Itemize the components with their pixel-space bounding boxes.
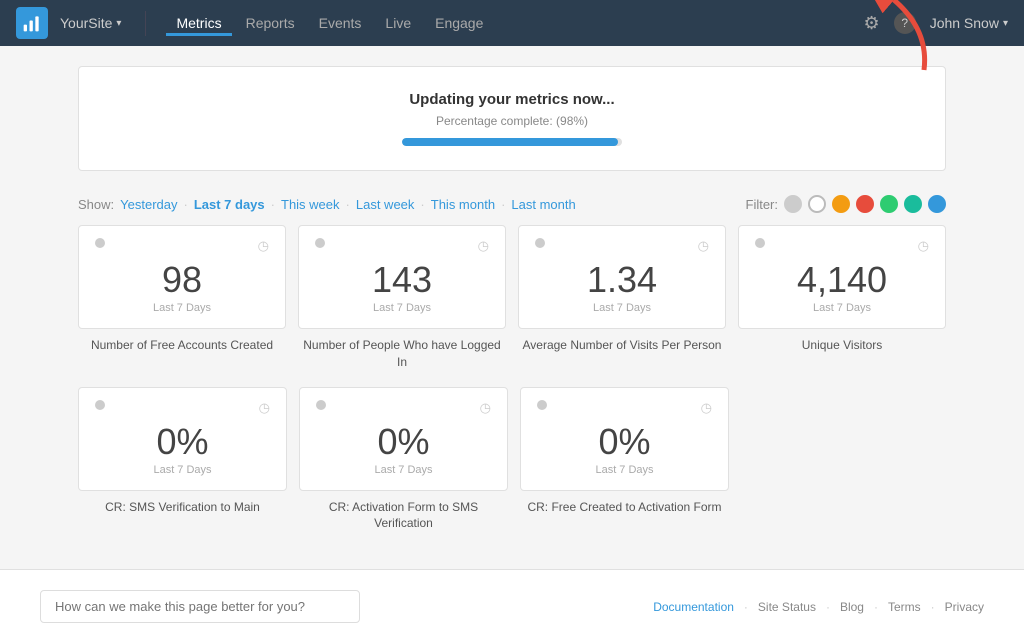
main-content: Updating your metrics now... Percentage … [62, 46, 962, 576]
metric-card-sms-verification: ◷ 0% Last 7 Days [78, 387, 287, 491]
nav-link-metrics[interactable]: Metrics [166, 11, 231, 36]
card-value: 1.34 [535, 262, 709, 298]
logo-icon [22, 13, 42, 33]
filter-yesterday[interactable]: Yesterday [120, 197, 177, 212]
filter-right: Filter: [746, 195, 947, 213]
filter-dot-white[interactable] [808, 195, 826, 213]
card-period: Last 7 Days [316, 464, 491, 476]
card-status-dot [95, 400, 105, 410]
card-label: CR: Free Created to Activation Form [520, 499, 729, 516]
filter-dot-orange[interactable] [832, 195, 850, 213]
card-label: CR: Activation Form to SMS Verification [299, 499, 508, 533]
filter-last7days[interactable]: Last 7 days [194, 197, 265, 212]
card-value: 0% [95, 424, 270, 460]
card-label: Unique Visitors [738, 337, 946, 354]
card-status-dot [315, 238, 325, 248]
filter-lastweek[interactable]: Last week [356, 197, 415, 212]
footer-link-blog[interactable]: Blog [840, 600, 864, 614]
card-clock-icon: ◷ [478, 238, 489, 254]
card-clock-icon: ◷ [480, 400, 491, 416]
filter-dot-teal[interactable] [904, 195, 922, 213]
card-value: 98 [95, 262, 269, 298]
card-label: Number of People Who have Logged In [298, 337, 506, 371]
filter-dot-green[interactable] [880, 195, 898, 213]
card-status-dot [535, 238, 545, 248]
progress-bar-fill [402, 138, 618, 146]
table-row: ◷ 1.34 Last 7 Days Average Number of Vis… [518, 225, 726, 371]
metric-card-free-accounts: ◷ 98 Last 7 Days [78, 225, 286, 329]
nav-link-engage[interactable]: Engage [425, 11, 493, 36]
card-value: 4,140 [755, 262, 929, 298]
filter-thisweek[interactable]: This week [281, 197, 340, 212]
banner-title: Updating your metrics now... [111, 91, 913, 108]
card-clock-icon: ◷ [698, 238, 709, 254]
show-label: Show: [78, 197, 114, 212]
filter-dot-gray[interactable] [784, 195, 802, 213]
card-status-dot [95, 238, 105, 248]
user-menu[interactable]: John Snow [930, 15, 1008, 31]
show-filters: Show: Yesterday · Last 7 days · This wee… [78, 197, 576, 212]
help-icon[interactable]: ? [894, 12, 916, 34]
footer-links: Documentation · Site Status · Blog · Ter… [653, 600, 984, 614]
settings-icon[interactable]: ⚙ [864, 13, 880, 34]
card-value: 143 [315, 262, 489, 298]
feedback-input[interactable] [40, 590, 360, 623]
card-clock-icon: ◷ [258, 238, 269, 254]
nav-links: Metrics Reports Events Live Engage [145, 11, 493, 36]
table-row: ◷ 0% Last 7 Days CR: Activation Form to … [299, 387, 508, 533]
nav-link-reports[interactable]: Reports [236, 11, 305, 36]
table-row: ◷ 4,140 Last 7 Days Unique Visitors [738, 225, 946, 371]
table-row: ◷ 143 Last 7 Days Number of People Who h… [298, 225, 506, 371]
metric-card-logged-in: ◷ 143 Last 7 Days [298, 225, 506, 329]
banner-percentage: (98%) [556, 114, 588, 128]
card-clock-icon: ◷ [918, 238, 929, 254]
card-status-dot [316, 400, 326, 410]
filter-label: Filter: [746, 197, 779, 212]
metric-card-unique-visitors: ◷ 4,140 Last 7 Days [738, 225, 946, 329]
filter-thismonth[interactable]: This month [431, 197, 495, 212]
card-period: Last 7 Days [537, 464, 712, 476]
card-status-dot [755, 238, 765, 248]
table-row: ◷ 98 Last 7 Days Number of Free Accounts… [78, 225, 286, 371]
progress-bar-background [402, 138, 622, 146]
nav-right: ⚙ ? John Snow [864, 12, 1008, 34]
app-logo [16, 7, 48, 39]
update-banner: Updating your metrics now... Percentage … [78, 66, 946, 171]
metric-card-free-created: ◷ 0% Last 7 Days [520, 387, 729, 491]
card-label: CR: SMS Verification to Main [78, 499, 287, 516]
metric-card-avg-visits: ◷ 1.34 Last 7 Days [518, 225, 726, 329]
footer-link-documentation[interactable]: Documentation [653, 600, 734, 614]
site-selector[interactable]: YourSite [60, 15, 121, 31]
filter-lastmonth[interactable]: Last month [511, 197, 575, 212]
card-period: Last 7 Days [755, 302, 929, 314]
card-period: Last 7 Days [535, 302, 709, 314]
banner-subtitle: Percentage complete: (98%) [111, 114, 913, 128]
metric-cards-row2: ◷ 0% Last 7 Days CR: SMS Verification to… [78, 387, 729, 533]
card-clock-icon: ◷ [701, 400, 712, 416]
card-value: 0% [537, 424, 712, 460]
banner-subtitle-prefix: Percentage complete: [436, 114, 556, 128]
nav-link-live[interactable]: Live [375, 11, 421, 36]
card-value: 0% [316, 424, 491, 460]
footer-link-privacy[interactable]: Privacy [945, 600, 984, 614]
navbar: YourSite Metrics Reports Events Live Eng… [0, 0, 1024, 46]
card-period: Last 7 Days [95, 302, 269, 314]
footer-link-terms[interactable]: Terms [888, 600, 921, 614]
table-row: ◷ 0% Last 7 Days CR: SMS Verification to… [78, 387, 287, 533]
filters-row: Show: Yesterday · Last 7 days · This wee… [78, 195, 946, 213]
nav-link-events[interactable]: Events [309, 11, 372, 36]
metric-card-activation-form: ◷ 0% Last 7 Days [299, 387, 508, 491]
footer: Documentation · Site Status · Blog · Ter… [0, 569, 1024, 643]
card-label: Number of Free Accounts Created [78, 337, 286, 354]
footer-link-site-status[interactable]: Site Status [758, 600, 816, 614]
filter-dot-blue[interactable] [928, 195, 946, 213]
card-clock-icon: ◷ [259, 400, 270, 416]
metric-cards-row1: ◷ 98 Last 7 Days Number of Free Accounts… [78, 225, 946, 371]
card-status-dot [537, 400, 547, 410]
card-period: Last 7 Days [95, 464, 270, 476]
card-label: Average Number of Visits Per Person [518, 337, 726, 354]
card-period: Last 7 Days [315, 302, 489, 314]
filter-dot-red[interactable] [856, 195, 874, 213]
table-row: ◷ 0% Last 7 Days CR: Free Created to Act… [520, 387, 729, 533]
